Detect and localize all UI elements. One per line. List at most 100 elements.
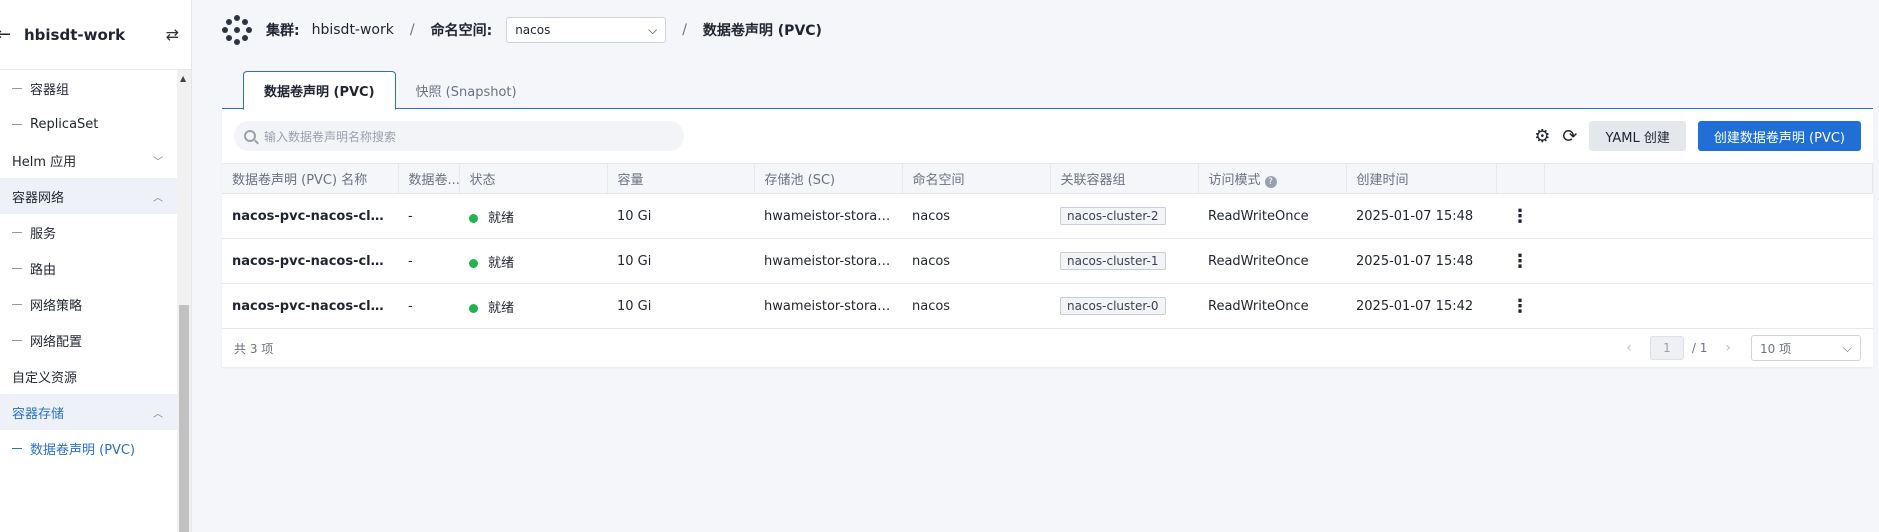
- namespace-select[interactable]: nacos ⌵: [506, 17, 667, 43]
- yaml-create-button[interactable]: YAML 创建: [1589, 121, 1686, 151]
- indent-dash: [12, 231, 22, 233]
- row-actions-more-icon[interactable]: ⋮: [1496, 283, 1544, 329]
- cell-empty: [1544, 238, 1873, 284]
- cell-capacity: 10 Gi: [607, 283, 754, 329]
- row-actions-more-icon[interactable]: ⋮: [1496, 193, 1544, 239]
- column-header-label: 命名空间: [912, 173, 965, 188]
- sidebar-menu: 容器组 ReplicaSet Helm 应用 ﹀ 容器网络 ︿ 服务 路由 网络策略 网络配置 自定…: [0, 70, 177, 466]
- cell-empty: [1544, 193, 1873, 239]
- status-ready-dot-icon: [469, 303, 478, 313]
- cell-text: -: [408, 253, 413, 269]
- search-input[interactable]: 输入数据卷声明名称搜索: [234, 121, 684, 151]
- row-actions-more-icon[interactable]: ⋮: [1496, 238, 1544, 284]
- cell-capacity: 10 Gi: [607, 238, 754, 284]
- cell-name[interactable]: nacos-pvc-nacos-cluster-1: [222, 238, 398, 284]
- cell-namespace: nacos: [902, 283, 1050, 329]
- cell-sc: hwameistor-storage-lvm...: [754, 238, 902, 284]
- scrollbar-thumb[interactable]: [179, 305, 189, 532]
- cell-name[interactable]: nacos-pvc-nacos-cluster-0: [222, 283, 398, 329]
- column-header-label: 关联容器组: [1060, 173, 1126, 188]
- cell-text: 10 Gi: [617, 208, 652, 224]
- cell-name[interactable]: nacos-pvc-nacos-cluster-2: [222, 193, 398, 239]
- settings-gear-icon[interactable]: ⚙: [1534, 126, 1550, 147]
- breadcrumb-separator: /: [682, 22, 687, 38]
- cell-pod[interactable]: nacos-cluster-2: [1050, 193, 1198, 239]
- sidebar-item[interactable]: 自定义资源: [0, 358, 177, 394]
- column-header: 数据卷声明 (PVC) 名称: [222, 163, 399, 194]
- sidebar-scrollbar[interactable]: ▲: [177, 70, 191, 532]
- cell-volume: -: [398, 238, 459, 284]
- sidebar-item[interactable]: 容器网络 ︿: [0, 178, 177, 214]
- next-page-icon[interactable]: ›: [1725, 340, 1731, 356]
- cell-text: 2025-01-07 15:48: [1356, 253, 1474, 269]
- scroll-up-arrow-icon[interactable]: ▲: [180, 74, 186, 83]
- namespace-label: 命名空间:: [430, 23, 493, 39]
- table-row[interactable]: nacos-pvc-nacos-cluster-0- 就绪 10 Gi hwameis…: [222, 283, 1873, 329]
- column-header: [1544, 163, 1873, 194]
- sidebar-item[interactable]: 路由: [0, 250, 177, 286]
- cell-volume: -: [398, 283, 459, 329]
- cell-created: 2025-01-07 15:48: [1346, 238, 1496, 284]
- sidebar-item[interactable]: 网络策略: [0, 286, 177, 322]
- indent-dash: [12, 303, 22, 305]
- chevron-down-icon: ⌵: [1842, 340, 1852, 355]
- sidebar-item[interactable]: 网络配置: [0, 322, 177, 358]
- breadcrumb-separator: /: [409, 22, 415, 38]
- pagination: ‹ 1 / 1 ›: [1616, 336, 1741, 360]
- table-row[interactable]: nacos-pvc-nacos-cluster-1- 就绪 10 Gi hwameis…: [222, 238, 1873, 284]
- indent-dash: [12, 87, 22, 89]
- sidebar-item[interactable]: Helm 应用 ﹀: [0, 142, 177, 178]
- cell-created: 2025-01-07 15:48: [1346, 193, 1496, 239]
- sidebar-item[interactable]: ReplicaSet: [0, 106, 177, 142]
- sidebar-item-label: ReplicaSet: [30, 116, 99, 132]
- column-header: 数据卷...: [398, 163, 460, 194]
- cluster-value[interactable]: hbisdt-work: [312, 22, 394, 38]
- column-header-label: 创建时间: [1356, 173, 1409, 188]
- indent-dash: [12, 339, 22, 341]
- sidebar-item[interactable]: 服务: [0, 214, 177, 250]
- chevron-down-icon: ⌵: [648, 22, 658, 37]
- total-pages: / 1: [1691, 341, 1708, 355]
- sidebar-item-label: 数据卷声明 (PVC): [30, 442, 136, 458]
- cell-status: 就绪: [459, 238, 607, 284]
- cell-volume: -: [398, 193, 459, 239]
- cell-text: nacos: [912, 298, 951, 314]
- sidebar-header: ← hbisdt-work ⇄: [0, 0, 191, 70]
- column-header-label: 数据卷...: [408, 173, 459, 188]
- back-arrow-icon[interactable]: ←: [0, 24, 18, 45]
- refresh-icon[interactable]: ⟳: [1562, 126, 1577, 147]
- sidebar-item[interactable]: 容器组: [0, 70, 177, 106]
- cell-text: -: [408, 208, 413, 224]
- column-header: 关联容器组: [1050, 163, 1199, 194]
- sidebar: ← hbisdt-work ⇄ 容器组 ReplicaSet Helm 应用 ﹀ 容器网…: [0, 0, 192, 532]
- sidebar-item[interactable]: 数据卷声明 (PVC): [0, 430, 177, 466]
- cell-pod[interactable]: nacos-cluster-0: [1050, 283, 1198, 329]
- tab-pvc[interactable]: 数据卷声明 (PVC): [243, 71, 396, 110]
- help-icon[interactable]: ?: [1264, 176, 1277, 188]
- workspace-title: hbisdt-work: [24, 25, 126, 44]
- sidebar-item-label: Helm 应用: [12, 154, 77, 170]
- cell-access: ReadWriteOnce: [1198, 283, 1346, 329]
- create-pvc-button[interactable]: 创建数据卷声明 (PVC): [1697, 121, 1861, 151]
- cluster-logo-icon: [222, 15, 252, 45]
- prev-page-icon[interactable]: ‹: [1626, 340, 1632, 356]
- column-header: 访问模式?: [1198, 163, 1347, 194]
- page-size-select[interactable]: 10 项 ⌵: [1751, 335, 1861, 361]
- table-body: nacos-pvc-nacos-cluster-2-就绪10 Gihwameis…: [222, 193, 1873, 329]
- tab-snapshot[interactable]: 快照 (Snapshot): [396, 71, 537, 109]
- cell-status: 就绪: [459, 283, 607, 329]
- cell-text: nacos-cluster-1: [1060, 251, 1166, 270]
- cell-sc: hwameistor-storage-lvm...: [754, 193, 902, 239]
- indent-dash: [12, 267, 22, 269]
- cell-text: ReadWriteOnce: [1208, 298, 1309, 314]
- cluster-label: 集群:: [266, 23, 300, 39]
- cell-pod[interactable]: nacos-cluster-1: [1050, 238, 1198, 284]
- cell-text: nacos-cluster-0: [1060, 296, 1166, 315]
- column-header: [1496, 163, 1545, 194]
- cell-text: hwameistor-storage-lvm...: [764, 298, 902, 314]
- cell-access: ReadWriteOnce: [1198, 238, 1346, 284]
- switch-icon[interactable]: ⇄: [166, 25, 179, 44]
- page-input[interactable]: 1: [1649, 336, 1684, 360]
- sidebar-item[interactable]: 容器存储 ︿: [0, 394, 177, 430]
- table-row[interactable]: nacos-pvc-nacos-cluster-2- 就绪 10 Gi hwameis…: [222, 193, 1873, 239]
